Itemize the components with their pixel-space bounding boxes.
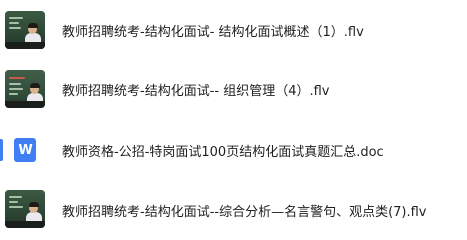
video-thumbnail bbox=[5, 11, 45, 49]
file-row[interactable]: W 教师资格-公招-特岗面试100页结构化面试真题汇总.doc bbox=[0, 120, 467, 180]
file-name: 教师资格-公招-特岗面试100页结构化面试真题汇总.doc bbox=[62, 145, 384, 160]
video-thumbnail bbox=[5, 70, 45, 108]
selection-indicator bbox=[0, 139, 3, 161]
file-row[interactable]: 教师招聘统考-结构化面试- 结构化面试概述（1）.flv bbox=[0, 0, 467, 60]
file-list: 教师招聘统考-结构化面试- 结构化面试概述（1）.flv 教师招聘统考-结构化面… bbox=[0, 0, 467, 240]
video-thumbnail bbox=[5, 190, 45, 228]
file-name: 教师招聘统考-结构化面试-- 组织管理（4）.flv bbox=[62, 84, 330, 99]
file-row[interactable]: 教师招聘统考-结构化面试--综合分析—名言警句、观点类(7).flv bbox=[0, 180, 467, 240]
file-name: 教师招聘统考-结构化面试--综合分析—名言警句、观点类(7).flv bbox=[62, 205, 427, 220]
doc-icon-letter: W bbox=[18, 142, 32, 158]
word-doc-icon: W bbox=[14, 138, 36, 162]
file-name: 教师招聘统考-结构化面试- 结构化面试概述（1）.flv bbox=[62, 25, 364, 40]
file-row[interactable]: 教师招聘统考-结构化面试-- 组织管理（4）.flv bbox=[0, 60, 467, 120]
